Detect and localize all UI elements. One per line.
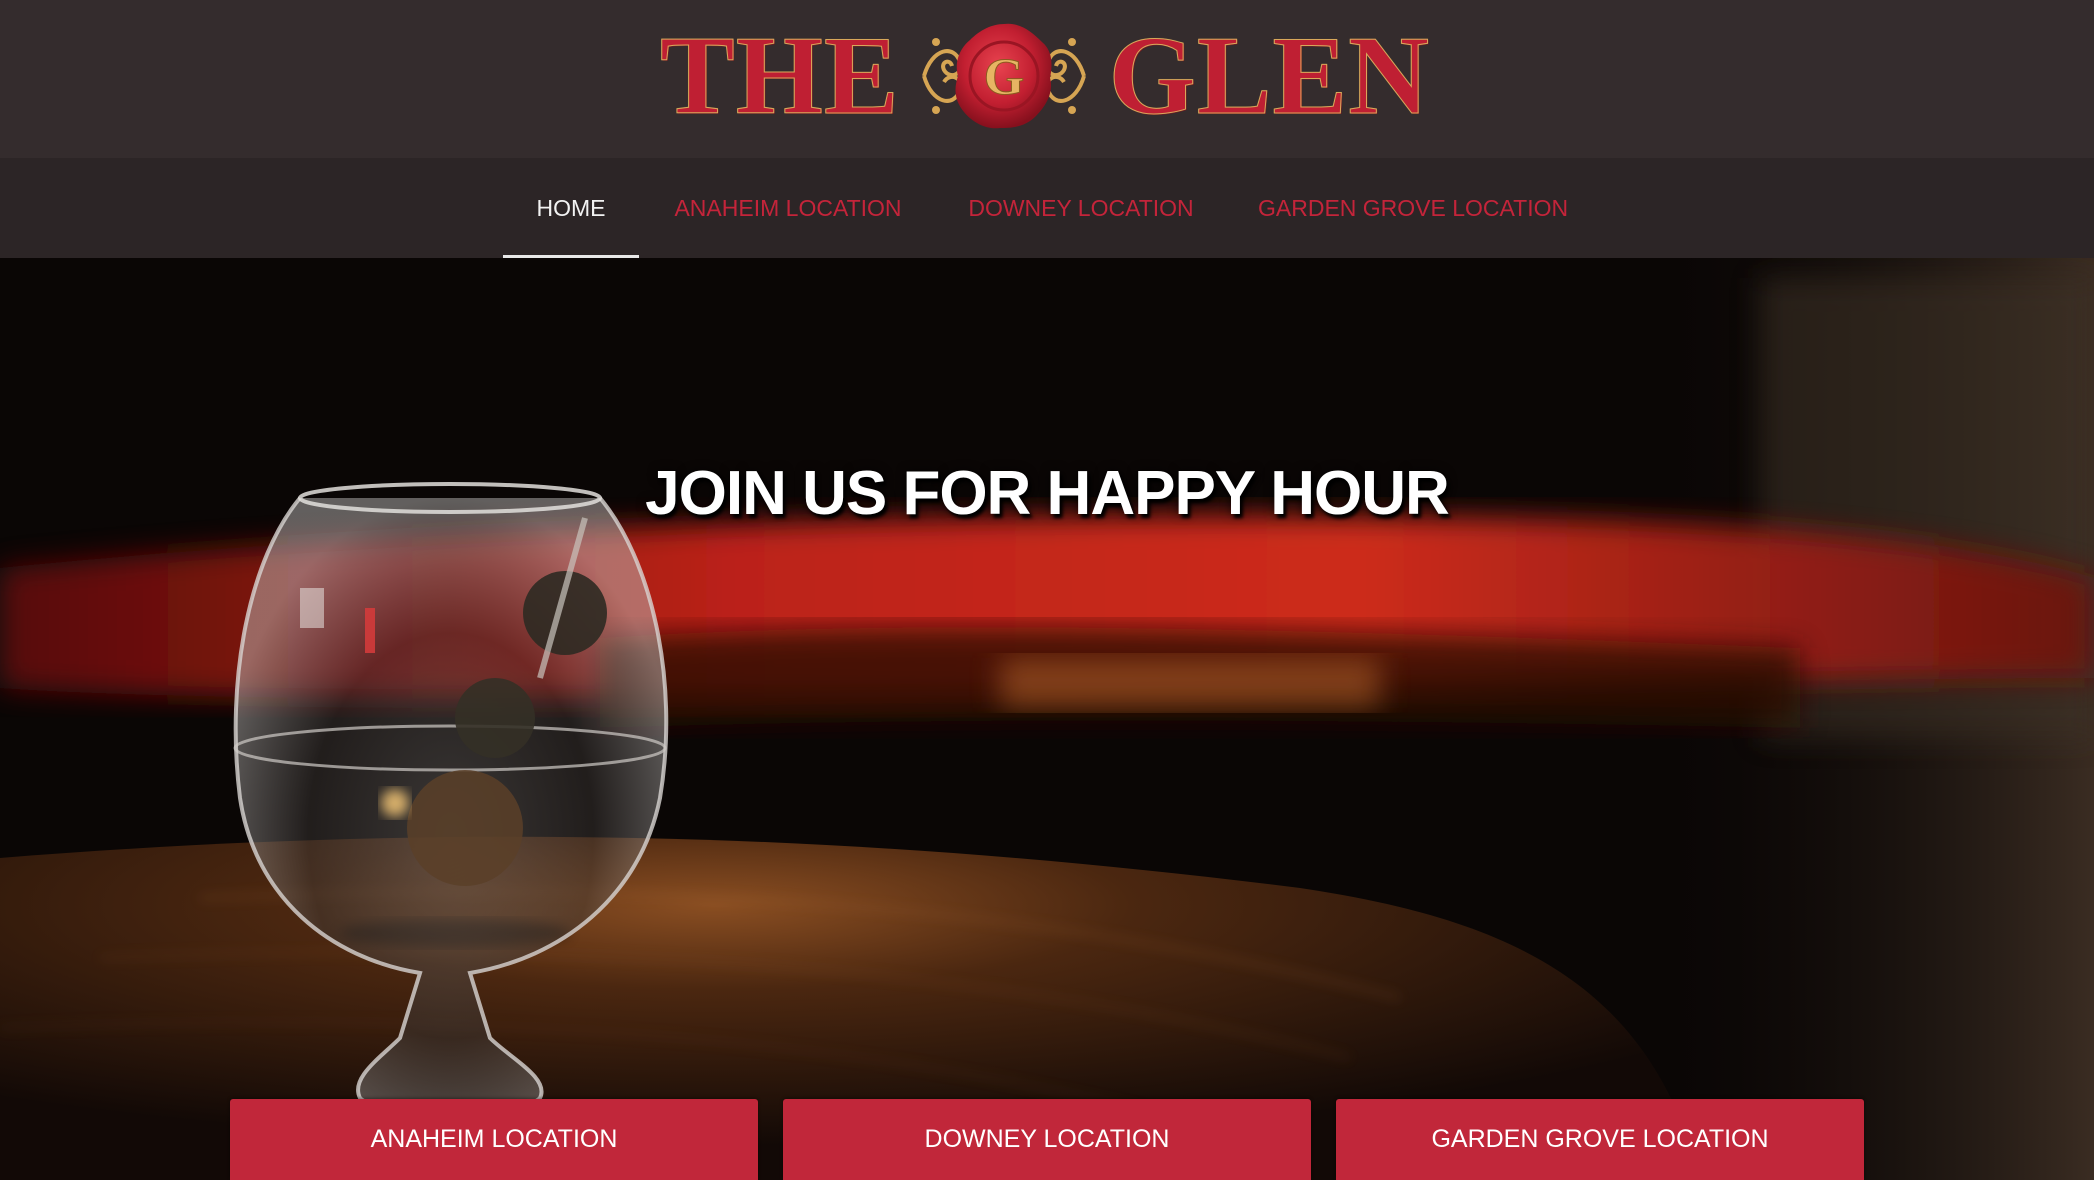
nav-item-anaheim[interactable]: ANAHEIM LOCATION — [670, 158, 906, 258]
hero-banner: JOIN US FOR HAPPY HOUR ANAHEIM LOCATION … — [0, 258, 2094, 1180]
nav-item-garden-grove[interactable]: GARDEN GROVE LOCATION — [1258, 158, 1568, 258]
logo-word-glen: GLEN — [1108, 14, 1430, 138]
hero-background-image — [0, 258, 2094, 1180]
hero-title: JOIN US FOR HAPPY HOUR — [645, 459, 1450, 528]
anaheim-location-button[interactable]: ANAHEIM LOCATION — [230, 1099, 758, 1180]
nav-item-downey[interactable]: DOWNEY LOCATION — [964, 158, 1198, 258]
downey-location-button[interactable]: DOWNEY LOCATION — [783, 1099, 1311, 1180]
seal-letter: G — [984, 49, 1024, 106]
site-logo[interactable]: THE G GLEN — [660, 18, 1430, 134]
nav-item-home[interactable]: HOME — [503, 158, 639, 258]
main-nav: HOME ANAHEIM LOCATION DOWNEY LOCATION GA… — [0, 158, 2094, 258]
garden-grove-location-button[interactable]: GARDEN GROVE LOCATION — [1336, 1099, 1864, 1180]
logo-word-the: THE — [660, 14, 900, 138]
site-header: THE G GLEN — [0, 0, 2094, 158]
wax-seal-icon: G — [922, 23, 1086, 129]
